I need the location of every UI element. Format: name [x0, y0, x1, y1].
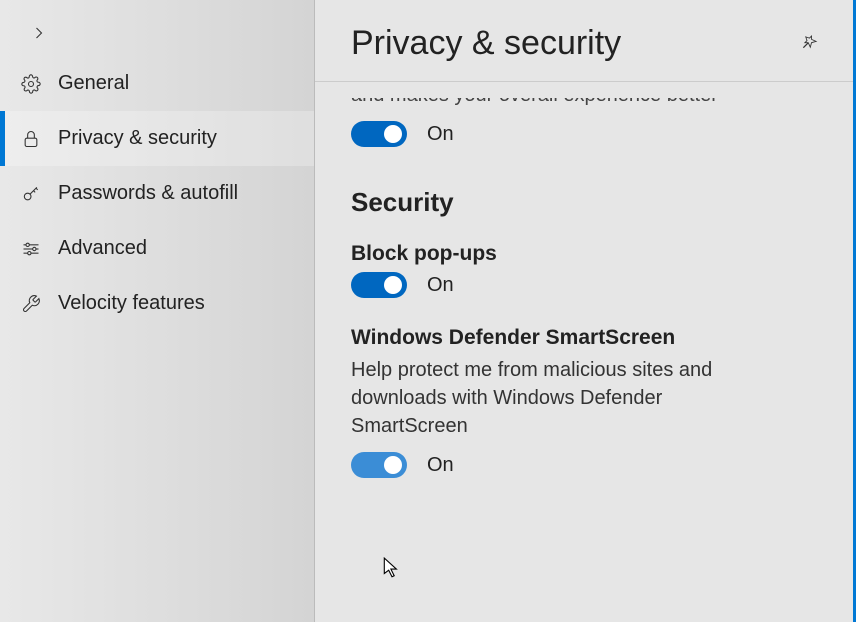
back-button[interactable]	[0, 10, 314, 56]
sidebar-item-general[interactable]: General	[0, 56, 314, 111]
gear-icon	[20, 73, 42, 95]
main-content-area: Privacy & security and makes your overal…	[315, 0, 856, 622]
sidebar-item-label: Privacy & security	[58, 127, 217, 150]
toggle-knob	[384, 456, 402, 474]
sliders-icon	[20, 238, 42, 260]
sidebar-item-advanced[interactable]: Advanced	[0, 221, 314, 276]
security-section-heading: Security	[351, 187, 820, 218]
sidebar-item-label: Advanced	[58, 237, 147, 260]
toggle-state-label: On	[427, 274, 454, 297]
block-popups-toggle[interactable]	[351, 272, 407, 298]
sidebar-item-velocity-features[interactable]: Velocity features	[0, 276, 314, 331]
key-icon	[20, 183, 42, 205]
toggle-knob	[384, 276, 402, 294]
block-popups-title: Block pop-ups	[351, 242, 820, 266]
partial-setting-toggle-row: On	[351, 121, 820, 147]
pin-icon	[800, 38, 820, 55]
sidebar-item-label: Velocity features	[58, 292, 205, 315]
smartscreen-toggle[interactable]	[351, 452, 407, 478]
sidebar-item-privacy-security[interactable]: Privacy & security	[0, 111, 314, 166]
sidebar-item-label: Passwords & autofill	[58, 182, 238, 205]
partial-setting-toggle[interactable]	[351, 121, 407, 147]
toggle-state-label: On	[427, 123, 454, 146]
page-title: Privacy & security	[351, 24, 621, 63]
sidebar-item-label: General	[58, 72, 129, 95]
sidebar-item-passwords-autofill[interactable]: Passwords & autofill	[0, 166, 314, 221]
block-popups-toggle-row: On	[351, 272, 820, 298]
chevron-right-icon	[28, 22, 50, 44]
settings-sidebar: General Privacy & security Passwords & a…	[0, 0, 315, 622]
page-header: Privacy & security	[315, 0, 856, 82]
wrench-icon	[20, 293, 42, 315]
partial-setting-description: and makes your overall experience better	[351, 84, 820, 107]
toggle-state-label: On	[427, 454, 454, 477]
smartscreen-description: Help protect me from malicious sites and…	[351, 356, 771, 440]
pin-button[interactable]	[800, 31, 820, 56]
settings-content: and makes your overall experience better…	[315, 82, 856, 622]
lock-icon	[20, 128, 42, 150]
toggle-knob	[384, 125, 402, 143]
smartscreen-toggle-row: On	[351, 452, 820, 478]
smartscreen-title: Windows Defender SmartScreen	[351, 326, 820, 350]
